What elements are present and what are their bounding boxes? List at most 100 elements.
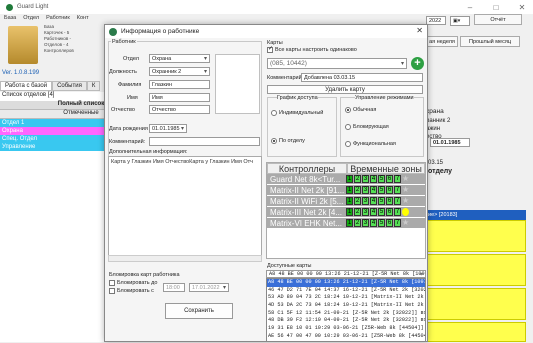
card-list-item[interactable]: 48 DB 39 F2 12:10 04-09-21 [Z-5R Net 2k … [267,317,425,325]
zone-checkbox[interactable]: 4 [370,219,377,227]
menu-item-worker[interactable]: Работник [46,15,70,24]
zone-checkbox[interactable]: 5 [378,186,385,194]
card-list-item[interactable]: 53 AD 80 04 73 2C 18:24 10-12-21 [Matrix… [267,294,425,302]
zone-checkbox[interactable]: 3 [362,219,369,227]
mode-blocking-radio[interactable] [345,124,351,130]
block-until-checkbox[interactable] [109,280,115,286]
name-field[interactable]: Имя [149,93,210,102]
mode-normal-radio[interactable] [345,107,351,113]
zone-checkbox[interactable]: 3 [362,197,369,205]
mode-functional-option[interactable]: Функциональная [345,141,396,147]
zone-checkbox[interactable]: 6 [386,175,393,183]
patronymic-field[interactable]: Отчество [149,105,210,114]
all-cards-same-option[interactable]: ✓ Все карты настроить одинаково [267,46,357,53]
zone-checkbox[interactable]: 3 [362,175,369,183]
block-from-checkbox[interactable] [109,288,115,294]
position-select[interactable]: Охранник 2 [149,67,210,76]
star-icon[interactable] [402,208,409,216]
zone-checkbox[interactable]: 3 [362,186,369,194]
zone-checkbox[interactable]: 2 [354,197,361,205]
mode-functional-radio[interactable] [345,141,351,147]
zone-checkbox[interactable]: 7 [394,186,401,194]
zone-checkbox[interactable]: 2 [354,219,361,227]
card-list-item[interactable]: 46 47 D2 71 7E 04 14:37 16-12-21 [Z-5R N… [267,287,425,295]
card-list-item[interactable]: 4D 53 DA 2C 73 04 18:24 10-12-21 [Matrix… [267,302,425,310]
star-icon[interactable]: ★ [402,175,409,183]
comment-field[interactable] [149,137,260,146]
prev-month-button[interactable]: Прошлый месяц [460,36,520,47]
star-icon[interactable]: ★ [402,186,409,194]
calendar-dropdown[interactable]: ▣▾ [450,16,470,26]
zone-checkbox[interactable]: 5 [378,175,385,183]
zone-checkbox[interactable]: 1 [346,208,353,216]
report-button[interactable]: Отчёт [474,14,522,25]
controller-row[interactable]: Matrix-VI EHK Net... 1 2 3 4 5 6 7 ★ [267,218,425,229]
delete-card-button[interactable]: Удалить карту [267,85,423,94]
card-list-item[interactable]: FE FF FF 00 2C 00 16:19 02-06-21 [Z5R-We… [267,341,425,342]
menu-item-dept[interactable]: Отдел [23,15,39,24]
zone-checkbox[interactable]: 5 [378,219,385,227]
mode-blocking-option[interactable]: Блокирующая [345,124,389,130]
zone-checkbox[interactable]: 4 [370,175,377,183]
card-list-item[interactable]: 19 31 E8 10 01 10:29 03-06-21 [Z5R-Web 8… [267,325,425,333]
surname-field[interactable]: Глазкин [149,80,210,89]
zone-checkbox[interactable]: 2 [354,186,361,194]
mode-normal-option[interactable]: Обычная [345,107,376,113]
zone-checkbox[interactable]: 1 [346,219,353,227]
zone-checkbox[interactable]: 7 [394,219,401,227]
zone-checkbox[interactable]: 2 [354,175,361,183]
card-list-item[interactable]: AE 56 47 00 47 00 10:29 03-06-21 [Z5R-We… [267,333,425,341]
extra-info-textarea[interactable]: Карта у Глазкин Имя ОтчествоКарта у Глаз… [108,156,262,262]
menu-item-controller[interactable]: Конт [77,15,89,24]
zone-checkbox[interactable]: 6 [386,197,393,205]
zone-checkbox[interactable]: 7 [394,208,401,216]
block-time-field[interactable]: 18:00 [163,283,185,292]
year-field[interactable]: 2022 [426,16,446,25]
tab-k[interactable]: К [86,81,101,91]
zone-checkbox[interactable]: 5 [378,197,385,205]
card-list-item[interactable]: 58 C1 5F 12 11:54 21-09-21 [Z-5R Net 2k … [267,310,425,318]
controllers-header[interactable]: Контроллеры [267,163,347,174]
zone-checkbox[interactable]: 7 [394,175,401,183]
menu-item-base[interactable]: База [4,15,16,24]
zone-checkbox[interactable]: 7 [394,197,401,205]
photo-placeholder[interactable] [215,54,260,114]
controller-row[interactable]: Guard Net 8k<Tur... 1 2 3 4 5 6 7 ★ [267,174,425,185]
zones-header[interactable]: Временные зоны [347,163,425,174]
zone-checkbox[interactable]: 6 [386,219,393,227]
dept-select[interactable]: Охрана [149,54,210,63]
card-comment-field[interactable]: Добавлена 03.03.15 [301,73,423,82]
controller-row[interactable]: Matrix-III Net 2k [4... 1 2 3 4 5 6 7 [267,207,425,218]
star-icon[interactable]: ★ [402,197,409,205]
tab-database[interactable]: Работа с базой [0,81,53,91]
save-button[interactable]: Сохранить [165,303,233,319]
add-card-icon[interactable]: + [411,57,424,70]
zone-checkbox[interactable]: 4 [370,197,377,205]
controller-row[interactable]: Matrix-II Net 2k [91... 1 2 3 4 5 6 7 ★ [267,185,425,196]
block-date-field[interactable]: 17.01.2022 [189,283,229,292]
zone-checkbox[interactable]: 1 [346,197,353,205]
card-select[interactable]: (085, 10442) [267,58,407,69]
tab-events[interactable]: События [52,81,87,91]
zone-checkbox[interactable]: 6 [386,208,393,216]
zone-checkbox[interactable]: 5 [378,208,385,216]
star-icon[interactable]: ★ [402,219,409,227]
controller-row[interactable]: Matrix-II WiFi 2k [5... 1 2 3 4 5 6 7 ★ [267,196,425,207]
zone-checkbox[interactable]: 3 [362,208,369,216]
zone-checkbox[interactable]: 4 [370,208,377,216]
block-until-option[interactable]: Блокировать до [109,280,157,286]
zone-checkbox[interactable]: 4 [370,186,377,194]
individual-option[interactable]: Индивидуальный [271,110,323,116]
birthdate-field[interactable]: 01.01.1985 [149,124,187,133]
card-list-item[interactable]: A8 48 BE 00 00 00 13:26 21-12-21 [Z-5R N… [267,279,425,287]
zone-checkbox[interactable]: 1 [346,175,353,183]
zone-checkbox[interactable]: 2 [354,208,361,216]
block-from-option[interactable]: Блокировать с [109,288,154,294]
selected-row-badge[interactable]: ие> [20183] [426,210,526,220]
individual-radio[interactable] [271,110,277,116]
zone-checkbox[interactable]: 1 [346,186,353,194]
zone-checkbox[interactable]: 6 [386,186,393,194]
by-dept-option[interactable]: По отделу [271,138,305,144]
close-icon[interactable]: ✕ [416,26,423,35]
all-cards-checkbox[interactable]: ✓ [267,46,273,53]
